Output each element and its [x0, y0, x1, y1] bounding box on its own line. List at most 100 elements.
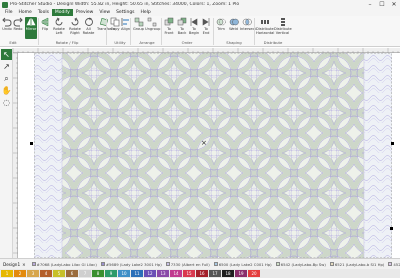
palette-color-chip[interactable]: 2	[14, 270, 26, 277]
palette-color-chip[interactable]: 16	[196, 270, 208, 277]
menu-preview[interactable]: Preview	[73, 9, 97, 16]
palette-color-chip[interactable]: 12	[144, 270, 156, 277]
zoom-icon[interactable]: ⌕	[1, 73, 12, 84]
rotate-left-button[interactable]: Rotate Left	[52, 17, 66, 35]
menu-home[interactable]: Home	[16, 9, 35, 16]
palette-color-chip[interactable]: 6	[66, 270, 78, 277]
palette-color-chip[interactable]: 17	[209, 270, 221, 277]
weld-button[interactable]: Weld	[228, 17, 239, 31]
palette-color-chip[interactable]: 11	[131, 270, 143, 277]
palette-color-chip[interactable]: 1	[1, 270, 13, 277]
thread-bar: Design1 × #7068 (LadyLabo Lilac Gl Lilac…	[0, 258, 400, 269]
palette-color-chip[interactable]: 10	[118, 270, 130, 277]
distribute-horizontal-button[interactable]: Distribute Horizontal	[256, 17, 274, 35]
selection-handle-bottom-right[interactable]	[390, 227, 393, 230]
to-end-button[interactable]: To End	[200, 17, 212, 35]
copy-button[interactable]: Copy	[110, 17, 120, 31]
maximize-button[interactable]: ☐	[376, 0, 388, 9]
select-arrow-icon[interactable]: ↖	[1, 49, 12, 60]
group-icon	[134, 17, 143, 27]
tool-label: End	[202, 31, 210, 35]
ungroup-button[interactable]: Ungroup	[145, 17, 160, 31]
tool-label: Group	[133, 27, 144, 31]
window-title: Pro-Stitcher Studio - Designl Width: 55.…	[10, 2, 240, 7]
selection-handle-left[interactable]	[30, 142, 33, 145]
transform-button[interactable]: Transform	[97, 17, 115, 31]
lasso-icon[interactable]: ◌	[1, 97, 12, 108]
rotate-left-icon	[55, 17, 63, 26]
palette-color-chip[interactable]: 8	[92, 270, 104, 277]
menu-modify[interactable]: Modify	[51, 9, 73, 16]
minimize-button[interactable]: –	[364, 0, 376, 9]
trim-button[interactable]: Trim	[215, 17, 227, 31]
palette-color-chip[interactable]: 5	[53, 270, 65, 277]
tool-label: Vertical	[275, 31, 290, 35]
menu-bar: File Home Tools Modify Preview View Settings He…	[0, 9, 400, 16]
left-toolbar: ↖ ↗ ⌕ ✋ ◌	[0, 48, 13, 258]
thread-item[interactable]: #5689 (Lady Lake2 3001 Hp)	[100, 262, 162, 267]
thread-swatch	[213, 262, 218, 266]
thread-swatch	[388, 262, 393, 266]
to-back-icon	[177, 17, 187, 26]
palette-color-chip[interactable]: 14	[170, 270, 182, 277]
all-rotate-button[interactable]: All Rotate	[82, 17, 95, 35]
to-back-button[interactable]: To Back	[176, 17, 188, 35]
ribbon-group-label: Utility	[114, 40, 126, 45]
thread-item[interactable]: 6521 (LadyLabo-b Sl1 Hp)	[329, 261, 385, 267]
menu-help[interactable]: Help	[138, 9, 154, 16]
tool-label: Begin	[188, 31, 200, 35]
quilt-design[interactable]	[34, 53, 392, 258]
mirror-button[interactable]: Mirror	[25, 17, 37, 39]
palette-color-chip[interactable]: 7	[79, 270, 91, 277]
palette-color-chip[interactable]: 13	[157, 270, 169, 277]
to-front-button[interactable]: To Front	[163, 17, 175, 35]
intersect-button[interactable]: Intersect	[240, 17, 256, 31]
ribbon-group-label: Rotate / Flip	[55, 40, 79, 45]
tool-label: Trim	[217, 27, 225, 31]
thread-swatch	[165, 262, 170, 266]
palette-color-chip[interactable]: 4	[40, 270, 52, 277]
tool-label: Flip	[41, 27, 49, 31]
design-canvas[interactable]: ×	[18, 53, 400, 258]
menu-file[interactable]: File	[2, 9, 16, 16]
menu-view[interactable]: View	[96, 9, 113, 16]
thread-item[interactable]: 6542 (LadyLabo-Bp Sw)	[275, 262, 326, 267]
redo-button[interactable]: Redo	[13, 17, 23, 31]
selection-handle-right[interactable]	[391, 142, 394, 145]
palette-color-chip[interactable]: 9	[105, 270, 117, 277]
to-begin-button[interactable]: To Begin	[188, 17, 200, 35]
align-icon	[121, 18, 129, 26]
palette-color-chip[interactable]: 19	[235, 270, 247, 277]
distribute-vertical-button[interactable]: Distribute Vertical	[274, 17, 292, 35]
palette-color-chip[interactable]: 3	[27, 270, 39, 277]
design-tab[interactable]: Design1 ×	[1, 262, 28, 267]
ungroup-icon	[147, 17, 157, 27]
close-button[interactable]: ✕	[388, 0, 400, 9]
ribbon-group-label: Distribute	[263, 40, 283, 45]
palette-color-chip[interactable]: 15	[183, 270, 195, 277]
menu-tools[interactable]: Tools	[35, 9, 52, 16]
tool-label: Transform	[97, 27, 115, 31]
thread-label: 7330 (Albert en Full)	[170, 261, 210, 267]
close-tab-icon[interactable]: ×	[22, 262, 26, 267]
palette-color-chip[interactable]: 18	[222, 270, 234, 277]
thread-swatch	[100, 262, 105, 266]
thread-label: #7068 (LadyLabo Lilac Gl Lilac)	[36, 261, 97, 267]
thread-item[interactable]: 7330 (Albert en Full)	[165, 261, 210, 267]
pan-hand-icon[interactable]: ✋	[1, 85, 12, 96]
mirror-icon	[26, 18, 36, 26]
node-edit-icon[interactable]: ↗	[1, 61, 12, 72]
distribute-horizontal-icon	[260, 20, 269, 24]
palette-color-chip[interactable]: 20	[248, 270, 260, 277]
flip-button[interactable]: Flip	[40, 17, 50, 31]
rotate-right-button[interactable]: Rotate Right	[68, 17, 82, 35]
undo-button[interactable]: Undo	[2, 17, 12, 31]
tool-label: Front	[164, 31, 174, 35]
rotate-right-icon	[71, 17, 79, 26]
thread-item[interactable]: 45218 (LadyLabo1-3522 Hp)	[388, 262, 400, 267]
thread-label: 6521 (LadyLabo-b Sl1 Hp)	[334, 261, 385, 267]
thread-item[interactable]: 6500 (Lady Lake2 C001 Hp)	[213, 262, 272, 267]
menu-settings[interactable]: Settings	[113, 9, 137, 16]
thread-item[interactable]: #7068 (LadyLabo Lilac Gl Lilac)	[31, 261, 97, 267]
group-button[interactable]: Group	[133, 17, 144, 31]
